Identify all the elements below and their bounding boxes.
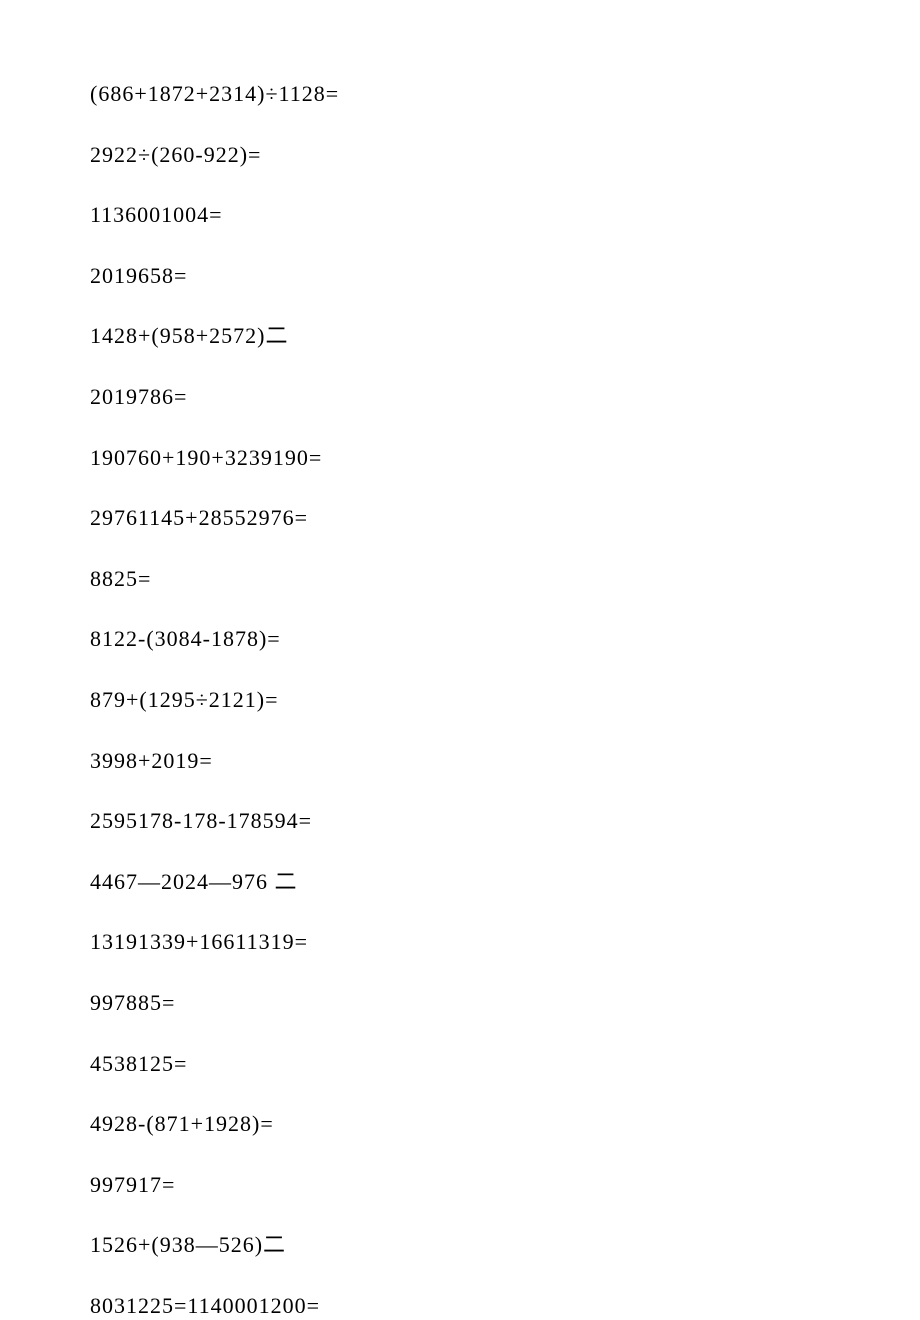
equation-line: 4538125= [90, 1050, 830, 1079]
equation-line: 1136001004= [90, 201, 830, 230]
equation-line: 2922÷(260-922)= [90, 141, 830, 170]
equation-line: 879+(1295÷2121)= [90, 686, 830, 715]
equation-line: 8031225=1140001200= [90, 1292, 830, 1320]
equation-line: 8122-(3084-1878)= [90, 625, 830, 654]
equation-line: 8825= [90, 565, 830, 594]
equation-line: 3998+2019= [90, 747, 830, 776]
equation-line: 29761145+28552976= [90, 504, 830, 533]
equation-line: (686+1872+2314)÷1128= [90, 80, 830, 109]
equation-line: 4928-(871+1928)= [90, 1110, 830, 1139]
equation-line: 997917= [90, 1171, 830, 1200]
equation-line: 1526+(938—526)二 [90, 1231, 830, 1260]
equation-line: 1428+(958+2572)二 [90, 322, 830, 351]
equation-list: (686+1872+2314)÷1128= 2922÷(260-922)= 11… [90, 80, 830, 1320]
equation-line: 4467—2024—976 二 [90, 868, 830, 897]
equation-line: 2019658= [90, 262, 830, 291]
equation-line: 190760+190+3239190= [90, 444, 830, 473]
equation-line: 13191339+16611319= [90, 928, 830, 957]
equation-line: 2019786= [90, 383, 830, 412]
equation-line: 997885= [90, 989, 830, 1018]
equation-line: 2595178-178-178594= [90, 807, 830, 836]
